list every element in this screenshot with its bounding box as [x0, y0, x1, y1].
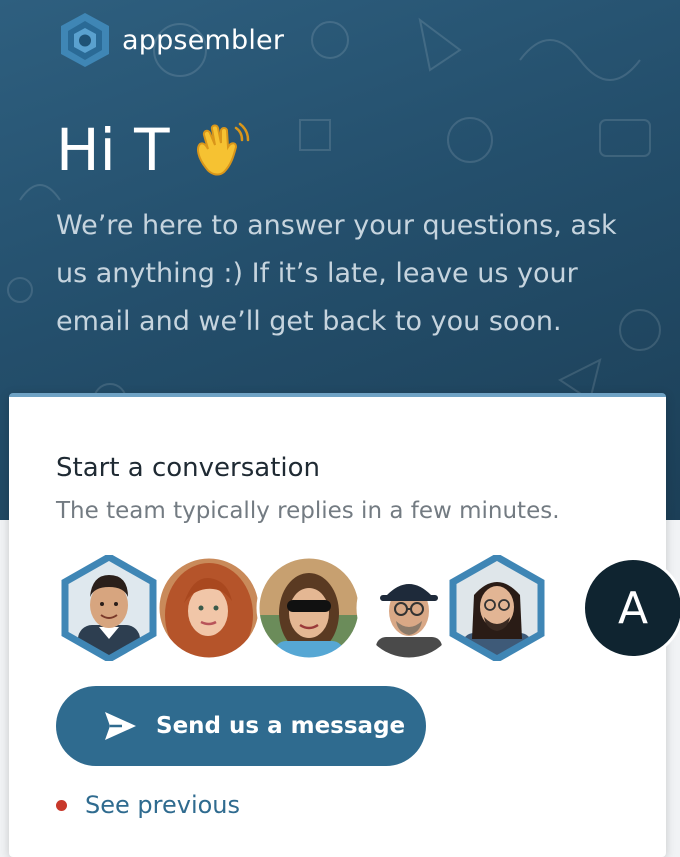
waving-hand-icon: [196, 122, 249, 176]
appsembler-logo-icon: [61, 13, 109, 67]
see-previous-label: See previous: [85, 791, 241, 819]
team-avatar-initial: A: [582, 557, 680, 659]
intro-text: We’re here to answer your questions, ask…: [56, 210, 617, 337]
team-avatar: [256, 555, 362, 661]
card-title: Start a conversation: [56, 453, 321, 483]
card-subtitle: The team typically replies in a few minu…: [56, 498, 560, 524]
team-avatar: [56, 555, 162, 661]
send-message-button[interactable]: Send us a message: [56, 686, 426, 766]
unread-dot: [56, 799, 67, 811]
team-avatar: [156, 555, 262, 661]
team-avatar: [444, 555, 550, 661]
conversation-card: Start a conversation The team typically …: [9, 393, 680, 857]
brand: appsembler: [56, 10, 284, 70]
team-avatars: A: [56, 555, 680, 663]
greeting-text: Hi T: [56, 116, 170, 184]
greeting: Hi T: [56, 112, 252, 188]
send-message-label: Send us a message: [156, 713, 406, 739]
see-previous-link[interactable]: See previous: [56, 791, 240, 819]
paper-plane-icon: [105, 712, 136, 740]
brand-name: appsembler: [122, 24, 285, 56]
